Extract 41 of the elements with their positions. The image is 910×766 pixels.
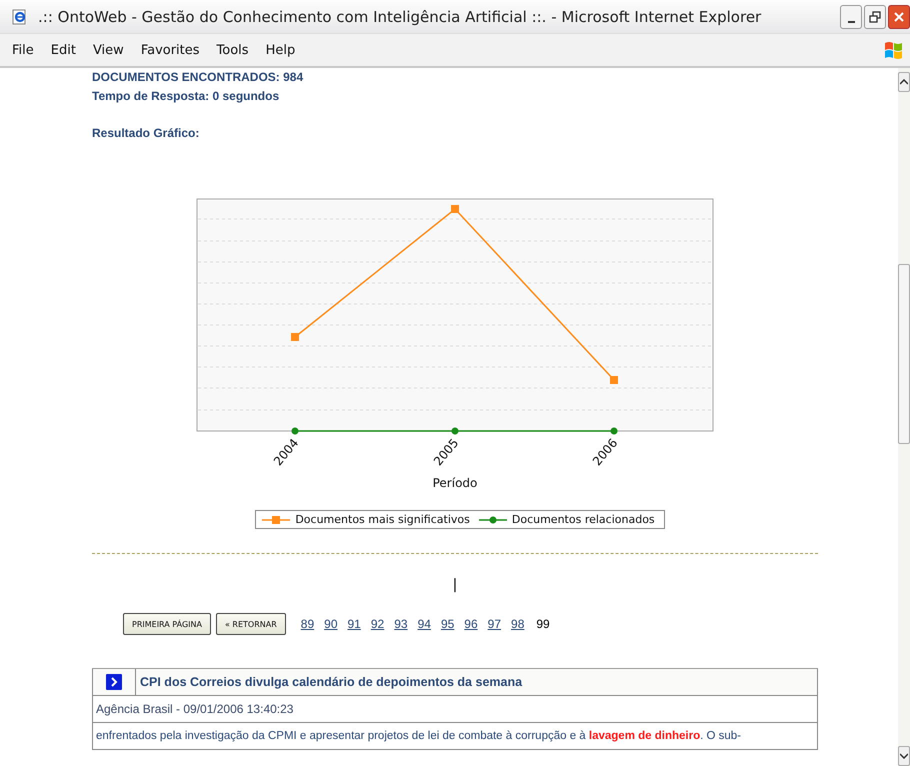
close-icon (893, 10, 905, 22)
menu-item[interactable]: View (92, 42, 124, 58)
page-link[interactable]: 90 (324, 617, 338, 631)
page-link[interactable]: 91 (348, 617, 361, 631)
legend-label: Documentos relacionados (512, 513, 655, 526)
summary-text: Tempo de Resposta: 0 segundos (92, 88, 280, 105)
page-link[interactable]: 94 (418, 617, 431, 631)
menu-item[interactable]: Help (266, 42, 296, 58)
scroll-down-button[interactable] (898, 746, 910, 766)
page-link[interactable]: 95 (440, 617, 454, 631)
page-link[interactable]: 93 (394, 617, 408, 631)
minimize-icon (848, 20, 854, 22)
menu-item[interactable]: File (12, 42, 34, 58)
restore-button[interactable] (864, 4, 886, 28)
page-link[interactable]: 89 (300, 617, 314, 631)
page-link[interactable]: 97 (488, 617, 502, 631)
current-page: 99 (536, 617, 550, 631)
legend-label: Documentos mais significativos (295, 513, 470, 526)
pager-button[interactable]: « RETORNAR (216, 613, 286, 635)
close-button[interactable] (888, 4, 910, 28)
browser-icon (12, 8, 28, 24)
menu-item[interactable]: Edit (50, 42, 76, 58)
restore-icon (869, 10, 881, 22)
section-heading: Resultado Gráfico: (92, 125, 200, 142)
flag-logo-icon (882, 39, 904, 61)
summary-text: DOCUMENTOS ENCONTRADOS: 984 (92, 69, 304, 86)
page-link[interactable]: 96 (464, 617, 478, 631)
minimize-button[interactable] (840, 4, 862, 28)
scroll-up-button[interactable] (898, 72, 910, 92)
page-link[interactable]: 98 (511, 617, 524, 631)
window-title: .:: OntoWeb - Gestão do Conhecimento com Inteligência Artificial ::. - Microsoft Internet Explorer (38, 8, 762, 26)
chevron-icon[interactable] (106, 674, 122, 690)
scrollbar-thumb[interactable] (898, 264, 910, 444)
menu-item[interactable]: Favorites (140, 42, 200, 58)
pager-button[interactable]: PRIMEIRA PÁGINA (123, 613, 211, 635)
result-excerpt: enfrentados pela investigação da CPMI e apresentar projetos de lei de combate à corrupção e à lavagem de dinheiro. O sub- (95, 730, 741, 742)
menu-item[interactable]: Tools (216, 42, 249, 58)
axis-title: Período (432, 476, 478, 490)
page-link[interactable]: 92 (370, 617, 384, 631)
result-source: Agência Brasil - 09/01/2006 13:40:23 (95, 702, 294, 716)
text-cursor: | (452, 576, 458, 593)
